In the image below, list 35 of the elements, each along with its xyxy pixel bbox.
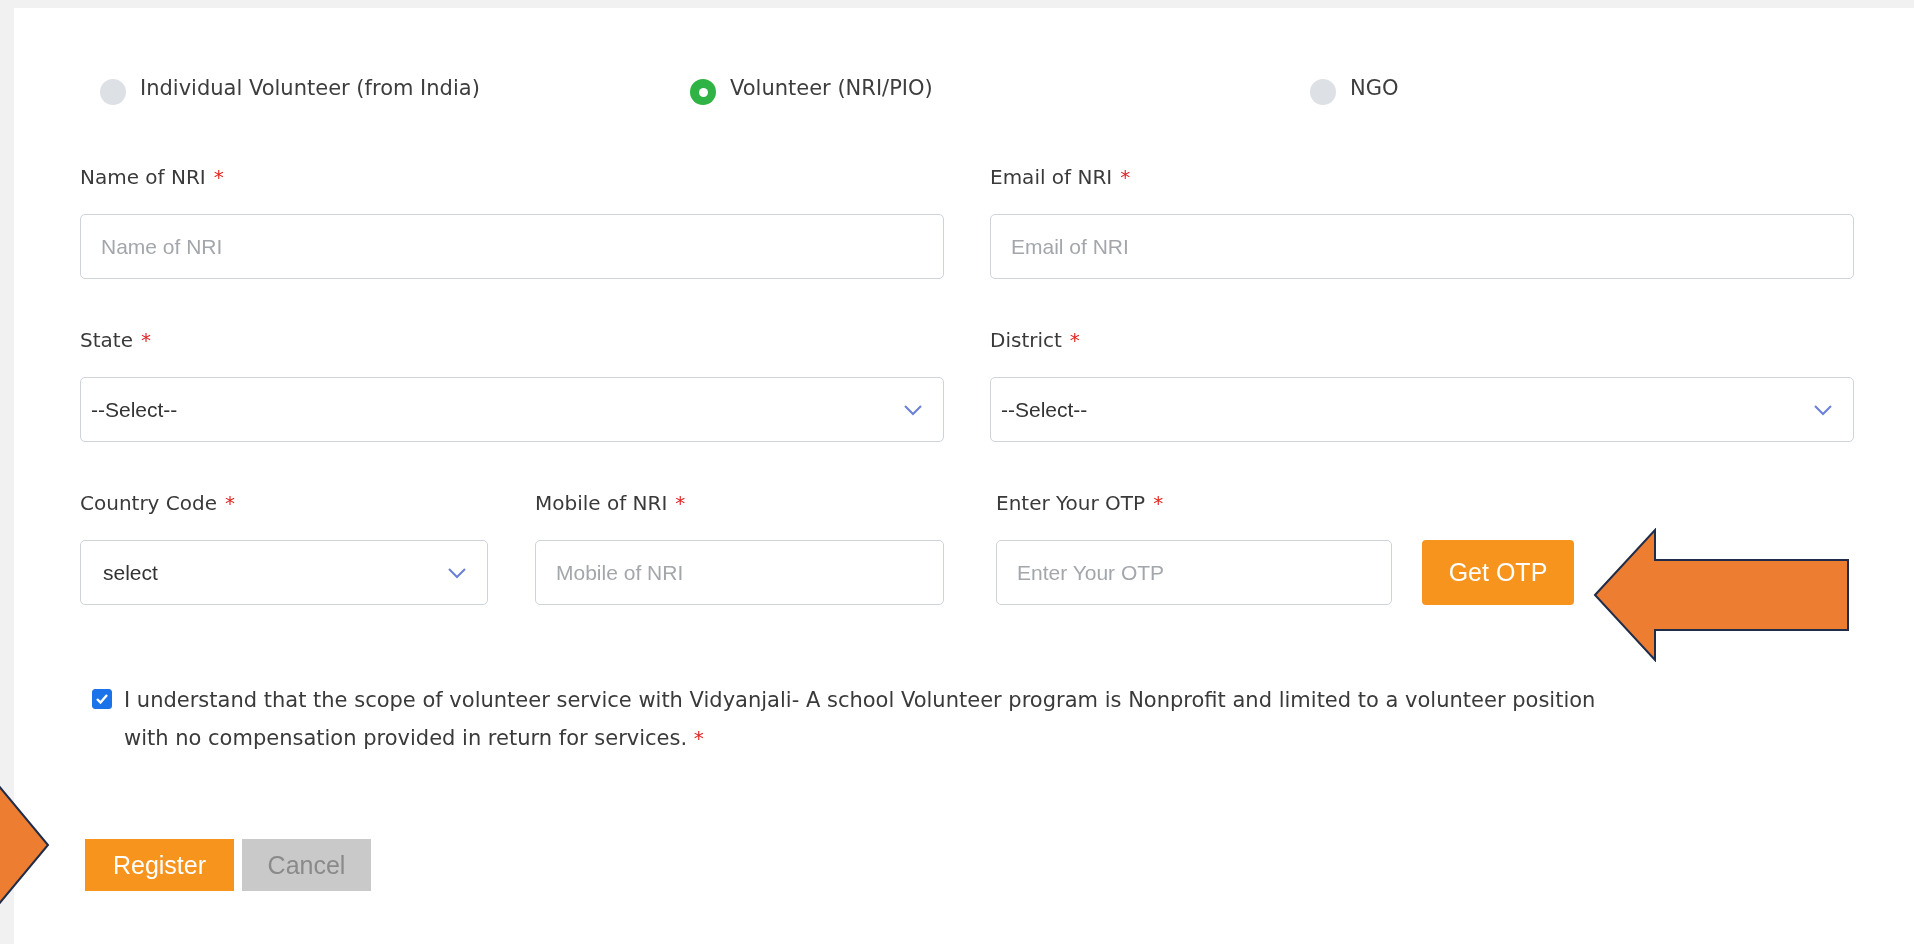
input-field[interactable]: Enter Your OTP bbox=[996, 540, 1392, 605]
field-label: State bbox=[80, 328, 133, 352]
field-label: Mobile of NRI bbox=[535, 491, 668, 515]
required-mark: * bbox=[225, 491, 235, 515]
select-field[interactable]: --Select-- bbox=[990, 377, 1854, 442]
input-field[interactable]: Mobile of NRI bbox=[535, 540, 944, 605]
radio-button[interactable] bbox=[1310, 79, 1336, 105]
select-field[interactable]: select bbox=[80, 540, 488, 605]
field-label: District bbox=[990, 328, 1062, 352]
chevron-down-icon bbox=[447, 566, 467, 579]
input-field[interactable]: Name of NRI bbox=[80, 214, 944, 279]
required-mark: * bbox=[140, 328, 151, 352]
field-label: Name of NRI bbox=[80, 165, 206, 189]
input-field[interactable]: Email of NRI bbox=[990, 214, 1854, 279]
field-label: Country Code bbox=[80, 491, 217, 515]
radio-button[interactable] bbox=[100, 79, 126, 105]
radio-label: Individual Volunteer (from India) bbox=[140, 76, 480, 100]
arrow-icon bbox=[1593, 528, 1851, 662]
arrow-icon bbox=[0, 785, 50, 905]
select-field[interactable]: --Select-- bbox=[80, 377, 944, 442]
field-label: Enter Your OTP bbox=[996, 491, 1146, 515]
radio-label: NGO bbox=[1350, 76, 1399, 100]
required-mark: * bbox=[1120, 165, 1131, 189]
required-mark: * bbox=[213, 165, 224, 189]
chevron-down-icon bbox=[903, 403, 923, 416]
radio-button[interactable] bbox=[690, 79, 716, 105]
required-mark: * bbox=[1153, 491, 1164, 515]
chevron-down-icon bbox=[1813, 403, 1833, 416]
field-label: Email of NRI bbox=[990, 165, 1113, 189]
radio-label: Volunteer (NRI/PIO) bbox=[730, 76, 933, 100]
checkbox[interactable] bbox=[92, 689, 112, 709]
required-mark: * bbox=[675, 491, 686, 515]
checkmark-icon bbox=[95, 693, 109, 705]
agreement-text: I understand that the scope of volunteer service with Vidyanjali- A school Volunteer program is Nonprofit and limited to a volunteer position with no compensation provided in return for services. * bbox=[124, 687, 1597, 752]
required-mark: * bbox=[1069, 328, 1080, 352]
